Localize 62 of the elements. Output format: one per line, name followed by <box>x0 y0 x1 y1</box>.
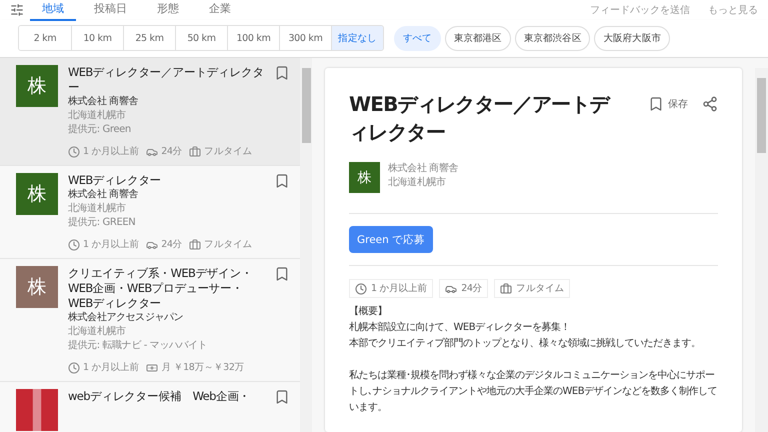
job-meta: フルタイム <box>189 238 252 251</box>
company-name: 株式会社 商響舎 <box>388 162 459 176</box>
company-name: 株式会社 商響舎 <box>68 95 139 109</box>
company-name: 株式会社 商響舎 <box>68 188 139 202</box>
job-meta: 1 か月以上前 <box>68 361 140 374</box>
job-title: クリエイティブ系・WEBデザイン・WEB企画・WEBプロデューサー・WEBディレクター <box>68 266 254 311</box>
job-source: 提供元: Green <box>68 123 132 137</box>
job-meta-tag: 1 か月以上前 <box>349 279 434 298</box>
job-list-item[interactable]: 株 WEBディレクター／アートディレクター 株式会社 商響舎 北海道札幌市 提供元: Green 1 か月以上前 24分 フルタイム <box>0 58 300 166</box>
job-title: WEBディレクター <box>68 173 162 188</box>
filter-tab[interactable]: 投稿日 <box>82 0 139 21</box>
header-link[interactable]: もっと見る <box>708 3 758 17</box>
location-chip[interactable]: 東京都渋谷区 <box>514 26 590 50</box>
scrollbar-thumb[interactable] <box>757 78 766 153</box>
share-button[interactable] <box>702 96 718 112</box>
location-chip[interactable]: 東京都港区 <box>444 26 511 50</box>
filter-tab[interactable]: 企業 <box>197 0 243 21</box>
job-location: 北海道札幌市 <box>388 176 447 190</box>
filter-tab[interactable]: 形態 <box>145 0 191 21</box>
job-meta: 1 か月以上前 <box>68 145 140 158</box>
job-meta-tag: 24分 <box>439 279 488 298</box>
job-meta: 24分 <box>146 145 182 158</box>
company-logo: 株 <box>16 65 58 107</box>
description-text: 私たちは業種･規模を問わず様々な企業のデジタルコミュニケーションを中心にサポートし､ナショナルクライアントや地元の大手企業のWEBデザインなどを数多く制作しています。 <box>349 368 718 415</box>
distance-option[interactable]: 指定なし <box>331 26 383 50</box>
job-meta-tag: フルタイム <box>494 279 570 298</box>
company-logo: 株 <box>16 266 58 308</box>
briefcase-icon <box>189 146 202 158</box>
company-logo: 株 <box>16 173 58 215</box>
job-meta: 月 ￥18万～￥32万 <box>146 361 244 374</box>
job-source: 提供元: GREEN <box>68 216 136 230</box>
description-text: 札幌本部設立に向けて、WEBディレクターを募集！ <box>349 320 572 335</box>
filter-tab[interactable]: 地域 <box>30 0 76 21</box>
job-location: 北海道札幌市 <box>68 202 127 216</box>
job-title: WEBディレクター／アートディレクター <box>68 65 264 95</box>
location-chip[interactable]: すべて <box>394 26 441 50</box>
briefcase-icon <box>500 282 512 294</box>
briefcase-icon <box>189 238 202 250</box>
job-title: webディレクター候補 Web企画・ <box>68 389 252 404</box>
company-name: 株式会社アクセスジャパン <box>68 311 184 325</box>
clock-icon <box>68 362 80 374</box>
job-source: 提供元: 転職ナビ - マッハバイト <box>68 339 208 353</box>
scrollbar-thumb[interactable] <box>302 68 310 143</box>
company-logo: 株 <box>349 162 380 193</box>
job-location: 北海道札幌市 <box>68 109 127 123</box>
description-text: 【概要】 <box>349 304 388 319</box>
apply-button[interactable]: Green で応募 <box>349 226 434 253</box>
clock-icon <box>68 146 80 158</box>
filter-icon[interactable] <box>10 3 24 17</box>
job-location: 北海道札幌市 <box>68 325 127 339</box>
job-meta: フルタイム <box>189 145 252 158</box>
clock-icon <box>68 238 80 250</box>
location-chip[interactable]: 大阪府大阪市 <box>594 26 670 50</box>
job-meta: 24分 <box>146 238 182 251</box>
job-meta: 1 か月以上前 <box>68 238 140 251</box>
banknote-icon <box>146 362 158 374</box>
bookmark-icon <box>648 96 664 112</box>
clock-icon <box>355 282 367 294</box>
save-button[interactable]: 保存 <box>648 96 688 112</box>
description-text: 本部でクリエイティブ部門のトップとなり、様々な領域に挑戦していただきます。 <box>349 336 702 351</box>
job-detail-title: WEBディレクター／アートディレクター <box>349 91 609 146</box>
header-link[interactable]: フィードバックを送信 <box>590 3 690 17</box>
